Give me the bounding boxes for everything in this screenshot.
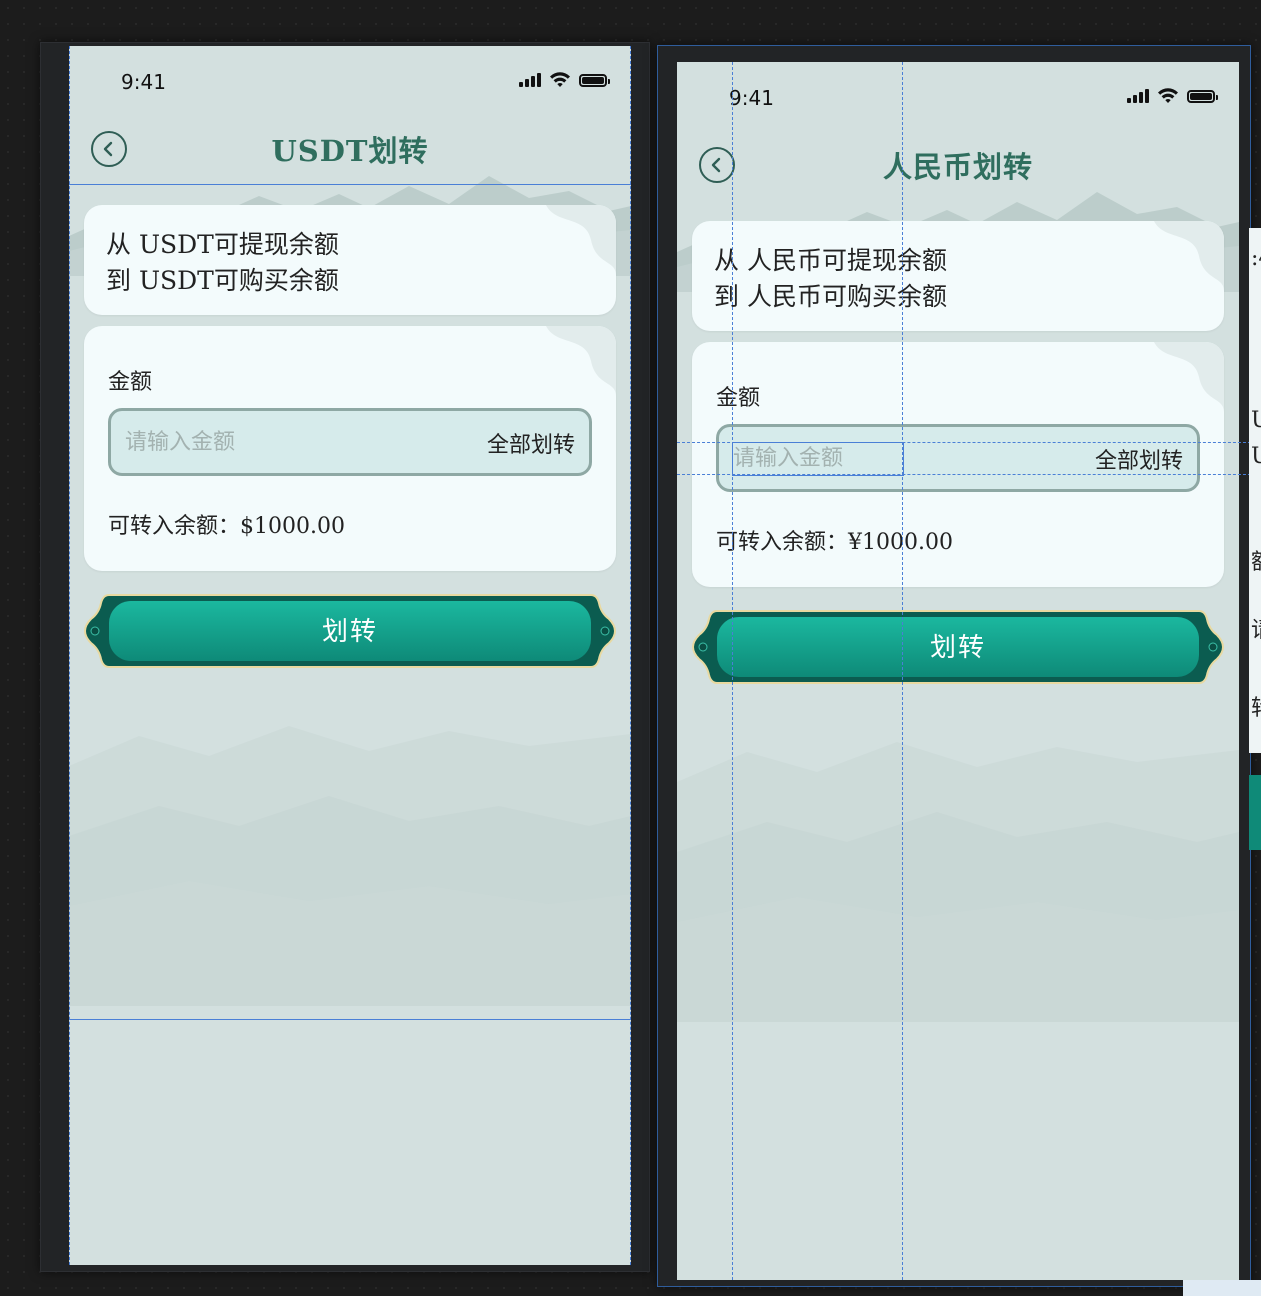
transfer-submit-button[interactable]: 划转: [691, 607, 1225, 689]
status-bar: 9:41: [677, 62, 1239, 132]
amount-input[interactable]: [733, 427, 1033, 489]
amount-field-container: 全部划转: [108, 408, 592, 476]
amount-label: 金额: [716, 386, 761, 411]
transfer-button-label: 划转: [929, 633, 986, 663]
mountain-fog-background: [69, 726, 631, 1006]
status-time: 9:41: [729, 86, 774, 110]
amount-field-container: 全部划转: [716, 424, 1200, 492]
transfer-direction-card: 从 USDT可提现余额 到 USDT可购买余额: [84, 205, 616, 315]
transfer-direction-card: 从 人民币可提现余额 到 人民币可购买余额: [692, 221, 1224, 331]
amount-form-card: 金额 全部划转 可转入余额：¥1000.00: [692, 342, 1224, 587]
transfer-to-text: 到 USDT可购买余额: [106, 266, 339, 295]
adjacent-artboard-peek: :4 U U 额 请 转: [1249, 228, 1261, 753]
page-title: 人民币划转: [882, 150, 1033, 184]
cellular-signal-icon: [519, 73, 541, 87]
adjacent-artboard-edge: [1183, 1280, 1261, 1296]
amount-input[interactable]: [125, 411, 425, 473]
amount-form-card: 金额 全部划转 可转入余额：$1000.00: [84, 326, 616, 571]
cellular-signal-icon: [1127, 89, 1149, 103]
transfer-to-text: 到 人民币可购买余额: [714, 282, 947, 311]
page-title: USDT划转: [271, 134, 429, 168]
peek-text: U: [1251, 444, 1261, 469]
peek-text: 额: [1251, 544, 1261, 576]
available-balance-text: 可转入余额：$1000.00: [108, 514, 345, 539]
peek-text: 请: [1251, 612, 1261, 644]
wifi-icon: [550, 72, 570, 87]
peek-text: U: [1251, 408, 1261, 433]
mountain-fog-background: [677, 742, 1239, 1022]
status-time: 9:41: [121, 70, 166, 94]
transfer-from-text: 从 USDT可提现余额: [106, 230, 339, 259]
usdt-transfer-screen: 9:41 USDT划转 从 USDT可提现余额 到 USDT可购买余额 金额 请…: [69, 46, 631, 1265]
transfer-from-text: 从 人民币可提现余额: [714, 246, 947, 275]
peek-text: :4: [1251, 246, 1261, 271]
transfer-button-label: 划转: [321, 617, 378, 647]
available-balance-text: 可转入余额：¥1000.00: [716, 530, 953, 555]
amount-label: 金额: [108, 370, 153, 395]
cloud-pattern-decoration: [546, 205, 616, 275]
rmb-transfer-screen: 9:41 人民币划转 从 人民币可提现余额 到 人民币可购买余额 金额 请输入金…: [677, 62, 1239, 1280]
peek-text: 转: [1251, 690, 1261, 722]
adjacent-artboard-button-peek: [1249, 775, 1261, 850]
transfer-all-button[interactable]: 全部划转: [487, 427, 575, 459]
cloud-pattern-decoration: [1154, 221, 1224, 291]
battery-icon: [579, 74, 610, 87]
battery-icon: [1187, 90, 1218, 103]
transfer-submit-button[interactable]: 划转: [83, 591, 617, 673]
transfer-all-button[interactable]: 全部划转: [1095, 443, 1183, 475]
wifi-icon: [1158, 88, 1178, 103]
status-bar: 9:41: [69, 46, 631, 116]
